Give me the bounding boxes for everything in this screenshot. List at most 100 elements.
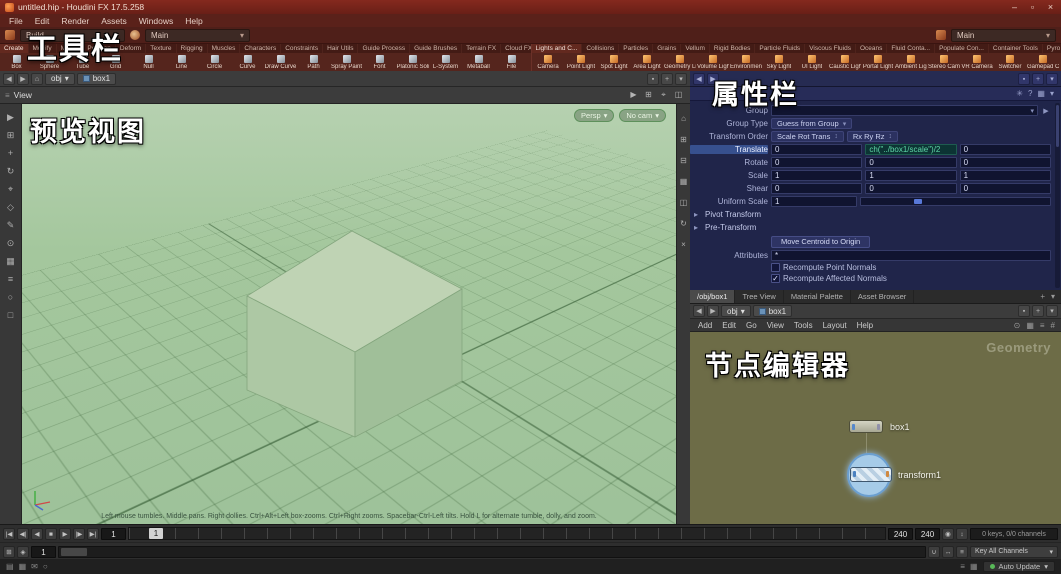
playbar-option-icon[interactable]: ◈ bbox=[17, 545, 29, 558]
path-node-chip[interactable]: box1 bbox=[76, 72, 117, 85]
shelf-tool[interactable]: Camera bbox=[532, 53, 565, 71]
collapse-arrow-icon[interactable]: ▸ bbox=[690, 223, 702, 232]
viewport-tool-icon[interactable]: ⊞ bbox=[3, 129, 19, 142]
path-root-chip[interactable]: obj ▾ bbox=[45, 72, 75, 85]
viewport-display-icon[interactable]: ◫ bbox=[678, 196, 690, 209]
rotate-z-field[interactable]: 0 bbox=[959, 157, 1051, 168]
shelf-tab[interactable]: Rigging bbox=[177, 44, 208, 53]
viewport-tab-title[interactable]: View bbox=[14, 90, 32, 100]
network-tab[interactable]: /obj/box1 bbox=[690, 290, 736, 303]
add-pane-button[interactable]: + bbox=[1032, 72, 1044, 85]
shelf-tool[interactable]: Ambient Light bbox=[895, 53, 928, 71]
forward-button[interactable]: ▶ bbox=[707, 72, 719, 85]
statusbar-icon[interactable]: ✉ bbox=[31, 562, 38, 571]
viewport-tool-icon[interactable]: + bbox=[3, 147, 19, 160]
shelf-tab[interactable]: Polygon bbox=[83, 44, 116, 53]
network-toolbar-icon[interactable]: ⊙ bbox=[1011, 321, 1024, 330]
network-menu-item[interactable]: Add bbox=[693, 321, 717, 330]
grid-icon[interactable]: ▦ bbox=[1037, 89, 1045, 98]
viewport-canvas[interactable]: Persp ▾ No cam ▾ Left mouse tumbles. Mid… bbox=[22, 104, 676, 524]
help-icon[interactable]: ? bbox=[1028, 89, 1032, 98]
shelf-tool[interactable]: Point Light bbox=[565, 53, 598, 71]
chevron-down-icon[interactable]: ▾ bbox=[1050, 89, 1054, 98]
viewport-display-icon[interactable]: ▦ bbox=[678, 175, 690, 188]
network-toolbar-icon[interactable]: ▦ bbox=[1023, 321, 1037, 330]
shelf-tool[interactable]: Draw Curve bbox=[264, 53, 297, 71]
attributes-field[interactable]: * bbox=[771, 250, 1051, 261]
uniform-scale-slider[interactable] bbox=[860, 197, 1051, 206]
playbar-option-icon[interactable]: ◉ bbox=[942, 527, 954, 540]
translate-y-expression-field[interactable]: ch("../box1/scale")/2 bbox=[865, 144, 957, 155]
shelf-tab[interactable]: Guide Process bbox=[358, 44, 411, 53]
key-mode-dropdown[interactable]: Key All Channels ▾ bbox=[970, 545, 1058, 558]
statusbar-icon[interactable]: ≡ bbox=[960, 562, 965, 571]
collapse-arrow-icon[interactable]: ▸ bbox=[690, 210, 702, 219]
shelf-tab[interactable]: Viscous Fluids bbox=[805, 44, 856, 53]
shelf-tab[interactable]: Oceans bbox=[856, 44, 888, 53]
shelf-tab[interactable]: Muscles bbox=[208, 44, 241, 53]
rotate-x-field[interactable]: 0 bbox=[771, 157, 863, 168]
forward-button[interactable]: ▶ bbox=[17, 72, 29, 85]
timeline-ruler[interactable]: 1 bbox=[128, 527, 886, 540]
transport-button[interactable]: ▶| bbox=[87, 527, 99, 540]
shear-x-field[interactable]: 0 bbox=[771, 183, 863, 194]
network-path-root-chip[interactable]: obj ▾ bbox=[721, 305, 751, 317]
statusbar-icon[interactable]: ▦ bbox=[970, 562, 978, 571]
add-pane-button[interactable]: + bbox=[1032, 305, 1044, 317]
shelf-tool[interactable]: Geometry Light bbox=[664, 53, 697, 71]
playbar-option-icon[interactable]: ↔ bbox=[942, 545, 954, 558]
network-menu-item[interactable]: Edit bbox=[717, 321, 741, 330]
shear-z-field[interactable]: 0 bbox=[959, 183, 1051, 194]
shelf-tool[interactable]: Metaball bbox=[462, 53, 495, 71]
rotate-y-field[interactable]: 0 bbox=[865, 157, 957, 168]
shelf-tool[interactable]: Path bbox=[297, 53, 330, 71]
menu-item[interactable]: Help bbox=[179, 16, 208, 26]
shelf-tool[interactable]: Volume Light bbox=[697, 53, 730, 71]
shelf-tool[interactable]: UI Light bbox=[796, 53, 829, 71]
shelf-tab[interactable]: Terrain FX bbox=[462, 44, 502, 53]
shelf-tab[interactable]: Create bbox=[0, 44, 29, 53]
transport-button[interactable]: |◀ bbox=[3, 527, 15, 540]
group-select-arrow-icon[interactable]: ▶ bbox=[1041, 107, 1051, 115]
shelf-tool[interactable]: Sphere bbox=[33, 53, 66, 71]
back-button[interactable]: ◀ bbox=[693, 305, 705, 317]
camera-menu[interactable]: No cam ▾ bbox=[619, 109, 666, 122]
shelf-tool[interactable]: Area Light bbox=[631, 53, 664, 71]
recompute-affected-checkbox[interactable]: ✓ bbox=[771, 274, 780, 283]
transport-button[interactable]: |▶ bbox=[73, 527, 85, 540]
node-output-flag[interactable] bbox=[886, 471, 889, 477]
global-range-slider[interactable] bbox=[58, 545, 926, 558]
pane-menu-button[interactable]: ▾ bbox=[1046, 305, 1058, 317]
range-end-field[interactable]: 240 bbox=[888, 527, 913, 540]
playbar-option-icon[interactable]: ∪ bbox=[928, 545, 940, 558]
network-toolbar-icon[interactable]: # bbox=[1048, 321, 1058, 330]
shelf-tab[interactable]: Fluid Conta... bbox=[887, 44, 936, 53]
pin-icon[interactable]: ▪ bbox=[647, 72, 659, 85]
viewport-toolbar-icon[interactable]: ⊞ bbox=[642, 90, 655, 100]
transport-button[interactable]: ■ bbox=[45, 527, 57, 540]
range-slider-handle[interactable] bbox=[61, 547, 87, 556]
viewport-display-icon[interactable]: ↻ bbox=[678, 217, 690, 230]
node-input-flag[interactable] bbox=[853, 471, 856, 477]
viewport-toolbar-icon[interactable]: ⌖ bbox=[657, 90, 670, 100]
viewport-tool-icon[interactable]: ▶ bbox=[3, 111, 19, 124]
shelf-tab[interactable]: Pyro FX bbox=[1043, 44, 1061, 53]
network-menu-item[interactable]: Go bbox=[741, 321, 762, 330]
viewport-tool-icon[interactable]: ⊙ bbox=[3, 237, 19, 250]
range-start-field[interactable]: 1 bbox=[31, 545, 56, 558]
shelf-tab[interactable]: Particle Fluids bbox=[755, 44, 806, 53]
maximize-button[interactable]: ▫ bbox=[1027, 2, 1038, 12]
add-pane-button[interactable]: + bbox=[661, 72, 673, 85]
pane-menu-button[interactable]: ▾ bbox=[1046, 72, 1058, 85]
viewport-toolbar-icon[interactable]: ▶ bbox=[627, 90, 640, 100]
viewport-tool-icon[interactable]: ⌖ bbox=[3, 183, 19, 196]
current-frame-field[interactable]: 1 bbox=[101, 527, 126, 540]
gear-icon[interactable]: ✳ bbox=[1016, 89, 1023, 98]
shelf-tab[interactable]: Container Tools bbox=[989, 44, 1043, 53]
shelf-tab[interactable]: Modify bbox=[29, 44, 57, 53]
translate-x-field[interactable]: 0 bbox=[771, 144, 863, 155]
shelf-tool[interactable]: Grid bbox=[99, 53, 132, 71]
viewport-tool-icon[interactable]: ≡ bbox=[3, 273, 19, 286]
shelf-tool[interactable]: Line bbox=[165, 53, 198, 71]
shelf-tool[interactable]: Font bbox=[363, 53, 396, 71]
